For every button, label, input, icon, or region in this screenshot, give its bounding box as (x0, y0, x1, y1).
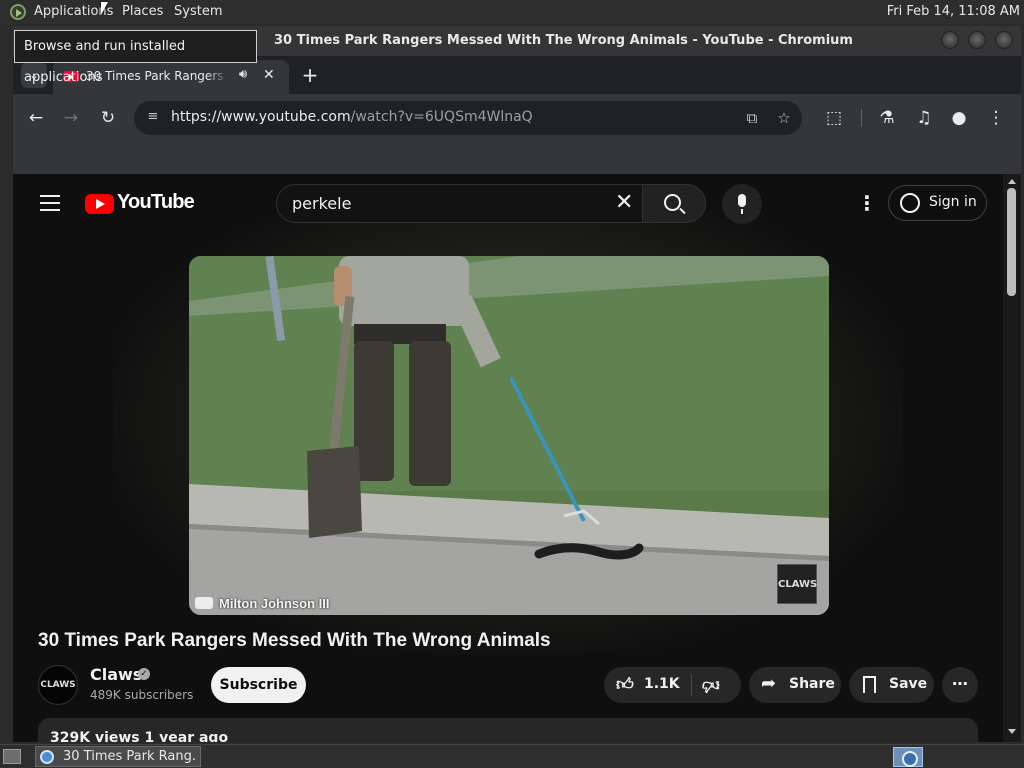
subscribe-button[interactable]: Subscribe (211, 667, 306, 703)
save-button[interactable]: Save (849, 667, 934, 703)
verified-check-icon: ✓ (138, 668, 150, 680)
url-text[interactable]: https://www.youtube.com/watch?v=6UQSm4Wl… (171, 109, 533, 125)
thumbs-down-icon[interactable]: 👍︎ (702, 675, 720, 695)
back-icon[interactable]: ← (24, 106, 48, 130)
voice-search-button[interactable] (722, 184, 762, 224)
youtube-play-icon (85, 194, 114, 214)
page-scrollbar[interactable] (1003, 174, 1021, 742)
address-bar[interactable]: ≡ https://www.youtube.com/watch?v=6UQSm4… (134, 101, 802, 135)
share-arrow-icon: ➦ (761, 673, 777, 694)
settings-more-icon[interactable]: ⋮ (857, 191, 877, 215)
maximize-button[interactable] (968, 31, 986, 49)
reload-icon[interactable]: ↻ (96, 106, 120, 130)
taskbar-window-button[interactable]: 30 Times Park Rang... (35, 746, 201, 767)
install-app-icon[interactable]: ⧉ (741, 107, 763, 129)
window-title: 30 Times Park Rangers Messed With The Wr… (274, 33, 853, 48)
tab-close-icon[interactable]: ✕ (263, 67, 275, 83)
mouse-cursor-icon (101, 2, 108, 15)
minimize-button[interactable] (941, 31, 959, 49)
scrollbar-thumb[interactable] (1007, 188, 1016, 296)
account-icon (900, 193, 920, 213)
clear-search-icon[interactable]: ✕ (615, 191, 633, 215)
sign-in-label: Sign in (929, 194, 977, 210)
microphone-icon (738, 194, 746, 214)
taskbar-window-label: 30 Times Park Rang... (63, 749, 197, 764)
video-title: 30 Times Park Rangers Messed With The Wr… (38, 630, 551, 651)
show-desktop-icon[interactable] (3, 749, 21, 764)
chromium-window: 30 Times Park Rangers Messed With The Wr… (13, 26, 1021, 742)
bookmark-icon (863, 676, 876, 693)
audio-playing-icon[interactable]: 🔊︎ (239, 67, 247, 82)
extensions-icon[interactable]: ⬚ (822, 106, 846, 130)
hamburger-menu-icon[interactable] (40, 195, 60, 211)
site-info-icon[interactable]: ≡ (144, 109, 162, 127)
clock[interactable]: Fri Feb 14, 11:08 AM (887, 4, 1020, 19)
applications-icon[interactable] (10, 4, 26, 20)
video-watermark: Milton Johnson III (195, 596, 330, 611)
video-player[interactable]: Milton Johnson III CLAWS (189, 256, 829, 615)
video-channel-logo: CLAWS (777, 564, 817, 604)
applications-tooltip: Browse and run installed applications (14, 30, 257, 85)
workspace-switcher-icon[interactable] (893, 747, 923, 767)
url-host: https://www.youtube.com (171, 109, 351, 125)
search-icon (664, 194, 681, 211)
views-and-date: 329K views 1 year ago (50, 730, 229, 742)
bookmark-star-icon[interactable]: ☆ (773, 107, 795, 129)
browser-toolbar: ← → ↻ ≡ https://www.youtube.com/watch?v=… (13, 94, 1021, 174)
like-count[interactable]: 1.1K (644, 676, 680, 692)
tab-title: 30 Times Park Rangers Messed With The Wr… (86, 69, 228, 83)
media-controls-icon[interactable]: ♫ (912, 106, 936, 130)
share-button[interactable]: ➦ Share (749, 667, 841, 703)
chromium-icon (40, 750, 54, 764)
youtube-header: YouTube perkele ✕ ⋮ Sign in (13, 174, 1003, 232)
scroll-down-arrow-icon[interactable] (1008, 729, 1016, 734)
search-button[interactable] (642, 184, 706, 223)
share-label: Share (789, 676, 835, 692)
save-label: Save (889, 676, 928, 692)
forward-icon[interactable]: → (59, 106, 83, 130)
places-menu[interactable]: Places (122, 4, 163, 19)
video-frame (189, 256, 829, 615)
subscriber-count: 489K subscribers (90, 688, 194, 702)
top-panel: Applications Places System Fri Feb 14, 1… (0, 0, 1024, 24)
sign-in-button[interactable]: Sign in (888, 185, 987, 221)
search-input[interactable]: perkele ✕ (276, 184, 642, 223)
search-query: perkele (292, 194, 352, 213)
channel-avatar[interactable]: CLAWS (38, 665, 78, 705)
bottom-taskbar: 30 Times Park Rang... (0, 744, 1024, 768)
scroll-up-arrow-icon[interactable] (1008, 179, 1016, 184)
like-divider (691, 674, 692, 696)
url-path: /watch?v=6UQSm4WlnaQ (350, 109, 533, 125)
system-menu[interactable]: System (174, 4, 222, 19)
more-actions-button[interactable]: ⋯ (942, 667, 978, 703)
labs-flask-icon[interactable]: ⚗ (875, 106, 899, 130)
chrome-menu-icon[interactable]: ⋮ (984, 106, 1008, 130)
new-tab-button[interactable]: + (297, 62, 323, 88)
youtube-logo-text: YouTube (117, 191, 195, 213)
description-box[interactable]: 329K views 1 year ago (38, 718, 978, 742)
profile-icon[interactable]: ● (947, 106, 971, 130)
thumbs-up-icon[interactable]: 👍︎ (616, 675, 634, 695)
close-window-button[interactable] (995, 31, 1013, 49)
like-dislike-group: 👍︎ 1.1K 👍︎ (604, 667, 741, 703)
youtube-logo[interactable]: YouTube (85, 191, 215, 215)
toolbar-separator (861, 109, 862, 127)
channel-name[interactable]: Claws (90, 665, 142, 684)
youtube-page: YouTube perkele ✕ ⋮ Sign in Milton Johns… (13, 174, 1021, 742)
